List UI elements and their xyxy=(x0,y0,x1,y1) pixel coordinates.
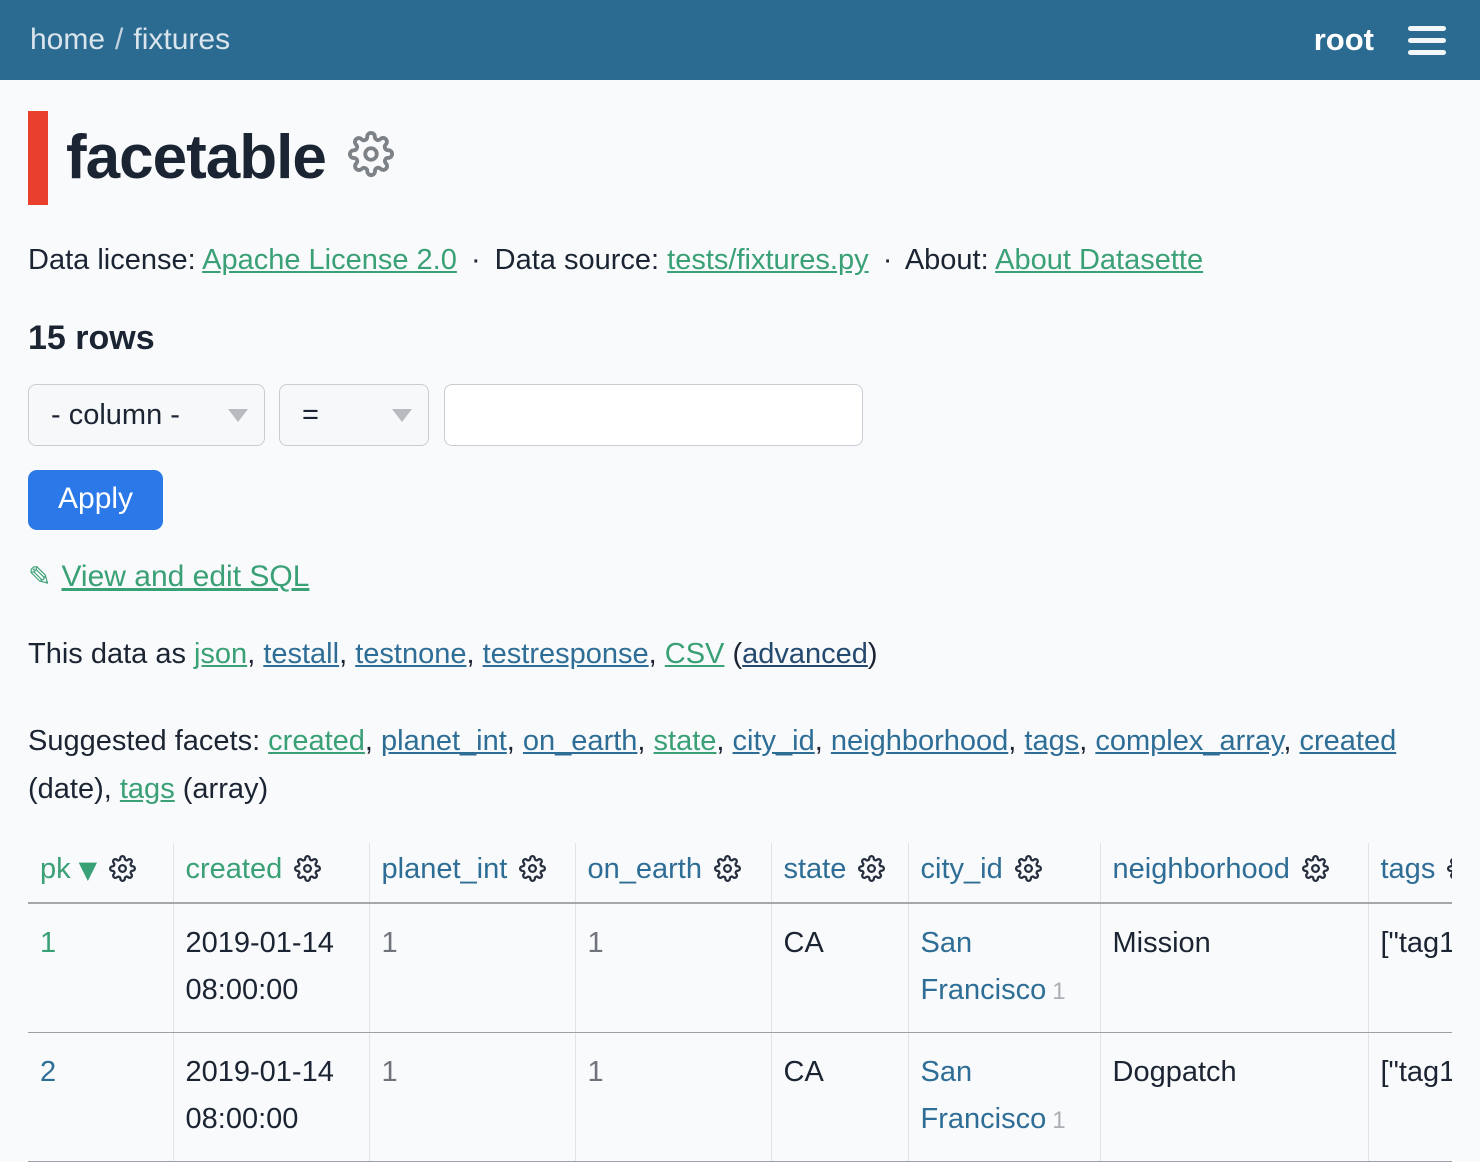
cell-planet-int: 1 xyxy=(369,903,575,1032)
export-testall-link[interactable]: testall xyxy=(263,638,339,670)
facet-city-id-link[interactable]: city_id xyxy=(733,725,815,757)
pencil-icon: ✎ xyxy=(28,560,51,593)
cell-neighborhood: Mission xyxy=(1100,903,1368,1032)
page-title: facetable xyxy=(66,127,326,189)
column-header-pk[interactable]: pk▼ xyxy=(28,843,173,903)
sql-link-row: ✎ View and edit SQL xyxy=(28,560,1452,594)
row-pk-link[interactable]: 2 xyxy=(40,1056,56,1088)
facets-prefix: Suggested facets: xyxy=(28,725,260,757)
facet-tags-link[interactable]: tags xyxy=(1024,725,1079,757)
logged-in-user[interactable]: root xyxy=(1314,22,1374,58)
city-link[interactable]: San Francisco xyxy=(921,1056,1047,1135)
filter-operator-value: = xyxy=(302,399,319,432)
metadata-line: Data license: Apache License 2.0 · Data … xyxy=(28,244,1452,277)
cell-tags: ["tag1", "tag3"] xyxy=(1368,1032,1452,1161)
filter-column-select[interactable]: - column - xyxy=(28,384,265,446)
export-json-link[interactable]: json xyxy=(194,638,247,670)
column-gear-icon[interactable] xyxy=(1302,855,1329,882)
column-header-tags[interactable]: tags xyxy=(1368,843,1452,903)
breadcrumb-separator: / xyxy=(115,23,123,56)
column-gear-icon[interactable] xyxy=(1447,855,1452,882)
suggested-facets-line: Suggested facets:created, planet_int, on… xyxy=(28,717,1452,814)
column-header-planet-int[interactable]: planet_int xyxy=(369,843,575,903)
cell-city-id: San Francisco1 xyxy=(908,903,1100,1032)
breadcrumb-fixtures-link[interactable]: fixtures xyxy=(133,23,230,56)
facet-created-link[interactable]: created xyxy=(268,725,365,757)
data-table-wrapper: pk▼ created planet_int on_earth state xyxy=(28,843,1452,1162)
export-testnone-link[interactable]: testnone xyxy=(355,638,466,670)
top-nav: home / fixtures root xyxy=(0,0,1480,80)
filter-operator-select[interactable]: = xyxy=(279,384,429,446)
row-count: 15 rows xyxy=(28,319,1452,358)
cell-pk: 2 xyxy=(28,1032,173,1161)
cell-planet-int: 1 xyxy=(369,1032,575,1161)
cell-on-earth: 1 xyxy=(575,903,771,1032)
export-advanced-link[interactable]: advanced xyxy=(742,638,868,670)
cell-created: 2019-01-14 08:00:00 xyxy=(173,1032,369,1161)
column-header-neighborhood[interactable]: neighborhood xyxy=(1100,843,1368,903)
row-pk-link[interactable]: 1 xyxy=(40,927,56,959)
cell-tags: ["tag1", "tag2"] xyxy=(1368,903,1452,1032)
column-header-city-id[interactable]: city_id xyxy=(908,843,1100,903)
license-link[interactable]: Apache License 2.0 xyxy=(202,244,457,276)
menu-icon[interactable] xyxy=(1408,22,1446,59)
facet-complex-array-link[interactable]: complex_array xyxy=(1095,725,1283,757)
chevron-down-icon xyxy=(228,409,248,422)
facet-planet-int-link[interactable]: planet_int xyxy=(381,725,507,757)
export-prefix: This data as xyxy=(28,638,186,670)
view-edit-sql-link[interactable]: View and edit SQL xyxy=(61,560,309,593)
cell-on-earth: 1 xyxy=(575,1032,771,1161)
license-label: Data license: xyxy=(28,244,196,276)
table-header-row: pk▼ created planet_int on_earth state xyxy=(28,843,1452,903)
cell-state: CA xyxy=(771,1032,908,1161)
main-content: facetable Data license: Apache License 2… xyxy=(0,110,1480,1162)
apply-button[interactable]: Apply xyxy=(28,470,163,530)
fk-raw-value: 1 xyxy=(1052,978,1065,1005)
filter-value-input[interactable] xyxy=(444,384,863,446)
cell-state: CA xyxy=(771,903,908,1032)
source-label: Data source: xyxy=(495,244,659,276)
table-settings-gear-icon[interactable] xyxy=(348,131,394,177)
breadcrumb: home / fixtures xyxy=(30,23,230,57)
facet-neighborhood-link[interactable]: neighborhood xyxy=(831,725,1008,757)
export-csv-link[interactable]: CSV xyxy=(665,638,725,670)
table-row: 1 2019-01-14 08:00:00 1 1 CA San Francis… xyxy=(28,903,1452,1032)
chevron-down-icon xyxy=(392,409,412,422)
facet-on-earth-link[interactable]: on_earth xyxy=(523,725,638,757)
cell-created: 2019-01-14 08:00:00 xyxy=(173,903,369,1032)
column-header-created[interactable]: created xyxy=(173,843,369,903)
column-gear-icon[interactable] xyxy=(714,855,741,882)
facet-state-link[interactable]: state xyxy=(654,725,717,757)
column-gear-icon[interactable] xyxy=(519,855,546,882)
separator-dot: · xyxy=(883,244,893,276)
column-gear-icon[interactable] xyxy=(294,855,321,882)
source-link[interactable]: tests/fixtures.py xyxy=(667,244,868,276)
breadcrumb-home-link[interactable]: home xyxy=(30,23,105,56)
about-label: About: xyxy=(905,244,989,276)
facet-tags-array-link[interactable]: tags xyxy=(120,773,175,805)
export-links-line: This data asjson, testall, testnone, tes… xyxy=(28,638,1452,671)
facet-created-date-link[interactable]: created xyxy=(1300,725,1397,757)
export-testresponse-link[interactable]: testresponse xyxy=(483,638,649,670)
cell-city-id: San Francisco1 xyxy=(908,1032,1100,1161)
column-gear-icon[interactable] xyxy=(858,855,885,882)
about-link[interactable]: About Datasette xyxy=(995,244,1203,276)
table-row: 2 2019-01-14 08:00:00 1 1 CA San Francis… xyxy=(28,1032,1452,1161)
filter-row: - column - = xyxy=(28,384,1452,446)
cell-neighborhood: Dogpatch xyxy=(1100,1032,1368,1161)
column-gear-icon[interactable] xyxy=(109,855,136,882)
column-header-state[interactable]: state xyxy=(771,843,908,903)
separator-dot: · xyxy=(471,244,481,276)
data-table: pk▼ created planet_int on_earth state xyxy=(28,843,1452,1162)
fk-raw-value: 1 xyxy=(1052,1107,1065,1134)
cell-pk: 1 xyxy=(28,903,173,1032)
title-accent-bar xyxy=(28,111,48,205)
filter-column-value: - column - xyxy=(51,399,180,432)
column-header-on-earth[interactable]: on_earth xyxy=(575,843,771,903)
sort-desc-icon: ▼ xyxy=(79,856,97,884)
page-title-row: facetable xyxy=(28,110,1452,206)
city-link[interactable]: San Francisco xyxy=(921,927,1047,1006)
column-gear-icon[interactable] xyxy=(1015,855,1042,882)
